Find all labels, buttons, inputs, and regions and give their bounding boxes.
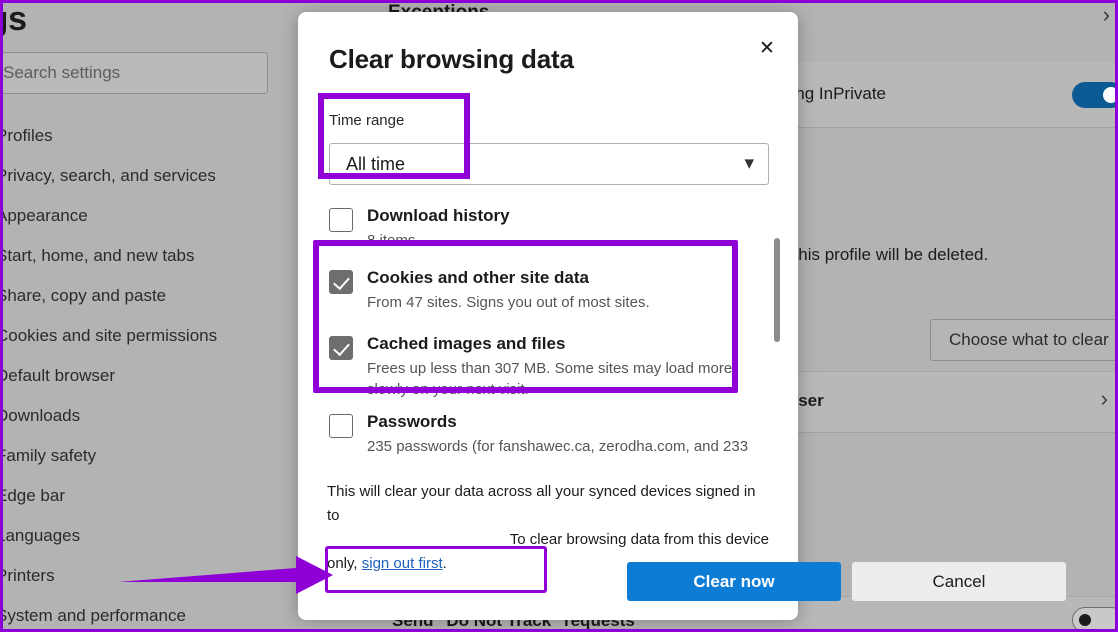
item-description: 235 passwords (for fanshawec.ca, zerodha…: [367, 436, 757, 457]
settings-sidebar: Profiles Privacy, search, and services A…: [0, 116, 286, 632]
sidebar-item-downloads[interactable]: Downloads: [0, 396, 286, 436]
checkbox-cached-images-files[interactable]: [329, 336, 353, 360]
checkbox-cookies-site-data[interactable]: [329, 270, 353, 294]
item-description: From 47 sites. Signs you out of most sit…: [367, 292, 757, 313]
sidebar-item-start-home-new-tabs[interactable]: Start, home, and new tabs: [0, 236, 286, 276]
inprivate-toggle[interactable]: [1072, 82, 1118, 108]
footer-line-2: To clear browsing data from this device: [327, 528, 769, 552]
footer-line-3-prefix: only,: [327, 555, 362, 572]
screenshot-root: ings Search settings Profiles Privacy, s…: [0, 0, 1118, 632]
search-placeholder: Search settings: [3, 63, 120, 83]
close-icon[interactable]: ✕: [746, 27, 788, 69]
sidebar-item-printers[interactable]: Printers: [0, 556, 286, 596]
sidebar-item-system-performance[interactable]: System and performance: [0, 596, 286, 632]
sidebar-item-default-browser[interactable]: Default browser: [0, 356, 286, 396]
chevron-down-icon[interactable]: ▾: [744, 152, 754, 175]
sidebar-item-cookies-site-permissions[interactable]: Cookies and site permissions: [0, 316, 286, 356]
time-range-label: Time range: [329, 112, 404, 129]
sidebar-item-appearance[interactable]: Appearance: [0, 196, 286, 236]
page-title: ings: [0, 0, 27, 39]
item-title: Download history: [367, 206, 510, 226]
item-description: Frees up less than 307 MB. Some sites ma…: [367, 358, 757, 400]
choose-what-to-clear-label: Choose what to clear: [949, 330, 1109, 350]
sidebar-item-profiles[interactable]: Profiles: [0, 116, 286, 156]
chevron-right-icon[interactable]: ›: [1101, 386, 1108, 412]
sidebar-item-privacy-search-services[interactable]: Privacy, search, and services: [0, 156, 286, 196]
do-not-track-toggle[interactable]: [1072, 607, 1118, 632]
clear-now-button[interactable]: Clear now: [627, 562, 841, 601]
clear-browsing-data-dialog: ✕ Clear browsing data Time range All tim…: [298, 12, 798, 620]
sidebar-item-share-copy-paste[interactable]: Share, copy and paste: [0, 276, 286, 316]
dialog-title: Clear browsing data: [329, 44, 574, 75]
search-input[interactable]: Search settings: [0, 52, 268, 94]
footer-line-3-suffix: .: [443, 555, 447, 572]
chevron-right-icon[interactable]: ›: [1103, 2, 1110, 28]
item-title: Passwords: [367, 412, 457, 432]
data-type-list: Download history 8 items Cookies and oth…: [298, 198, 798, 463]
time-range-select[interactable]: All time ▾: [329, 143, 769, 185]
sidebar-item-family-safety[interactable]: Family safety: [0, 436, 286, 476]
sidebar-item-languages[interactable]: Languages: [0, 516, 286, 556]
item-title: Cookies and other site data: [367, 268, 589, 288]
scrollbar-thumb[interactable]: [774, 238, 780, 342]
sign-out-first-link[interactable]: sign out first: [362, 555, 443, 572]
checkbox-passwords[interactable]: [329, 414, 353, 438]
inprivate-label: sing InPrivate: [783, 84, 886, 104]
item-title: Cached images and files: [367, 334, 565, 354]
time-range-value: All time: [346, 154, 405, 175]
cancel-button[interactable]: Cancel: [852, 562, 1066, 601]
checkbox-download-history[interactable]: [329, 208, 353, 232]
list-scrollbar[interactable]: [774, 238, 780, 443]
choose-what-to-clear-button[interactable]: Choose what to clear: [930, 319, 1118, 361]
footer-line-1: This will clear your data across all you…: [327, 480, 769, 528]
item-description: 8 items: [367, 230, 757, 251]
sidebar-item-edge-bar[interactable]: Edge bar: [0, 476, 286, 516]
